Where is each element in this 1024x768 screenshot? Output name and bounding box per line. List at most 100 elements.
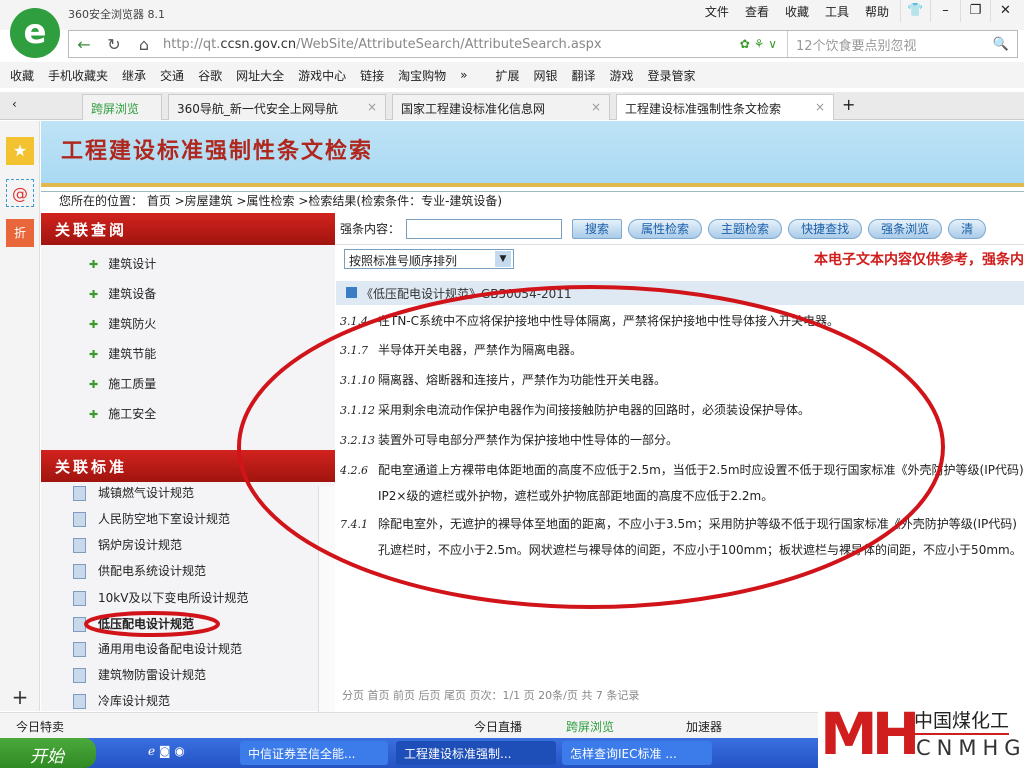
clause-number: 3.1.4 (340, 315, 368, 328)
tab-label: 国家工程建设标准化信息网 (401, 102, 546, 116)
maximize-button[interactable]: ❐ (960, 0, 990, 22)
new-tab-button[interactable]: + (842, 95, 855, 114)
standard-header[interactable]: 《低压配电设计规范》GB50054-2011 (336, 281, 1024, 305)
minimize-button[interactable]: – (930, 0, 960, 22)
quick-find-button[interactable]: 快捷查找 (788, 218, 863, 239)
task-button-active[interactable]: 工程建设标准强制... (396, 741, 556, 765)
back-button[interactable]: ← (69, 35, 99, 54)
live-link[interactable]: 今日直播 (474, 718, 522, 735)
search-input[interactable]: 12个饮食要点别忽视 🔍 (787, 31, 1017, 57)
fav-item[interactable]: 网银 (534, 67, 558, 84)
task-button[interactable]: 怎样查询IEC标准 ... (562, 741, 712, 765)
refresh-button[interactable]: ↻ (99, 35, 129, 54)
fav-item[interactable]: 继承 (122, 67, 146, 84)
close-button[interactable]: ✕ (990, 0, 1020, 22)
clause-row: 7.4.1 除配电室外，无遮护的裸导体至地面的距离，不应小于3.5m；采用防护等级… (340, 515, 1017, 532)
standard-link[interactable]: 锅炉房设计规范 (73, 536, 182, 553)
fav-item[interactable]: 交通 (160, 67, 184, 84)
mail-icon[interactable]: @ (6, 179, 34, 207)
tab-bar: ‹ 跨屏浏览 360导航_新一代安全上网导航 × 国家工程建设标准化信息网 × 工程… (0, 92, 1024, 120)
standard-label: 城镇燃气设计规范 (98, 486, 195, 500)
breadcrumb: 您所在的位置： 首页 >房屋建筑 >属性检索 >检索结果(检索条件：专业-建筑设… (41, 191, 1024, 213)
fav-item[interactable]: 链接 (360, 67, 384, 84)
close-tab-icon[interactable]: × (367, 100, 377, 114)
search-button[interactable]: 搜索 (572, 218, 623, 239)
task-button[interactable]: 中信证券至信全能... (240, 741, 388, 765)
cross-screen-link[interactable]: 跨屏浏览 (566, 718, 614, 735)
menu-help[interactable]: 帮助 (865, 3, 889, 20)
fav-item[interactable]: 网址大全 (236, 67, 284, 84)
menu-favorites[interactable]: 收藏 (785, 3, 809, 20)
standard-link[interactable]: 10kV及以下变电所设计规范 (73, 589, 248, 606)
menu-tools[interactable]: 工具 (825, 3, 849, 20)
watermark-en: CNMHG (916, 736, 1024, 760)
menu-bar: 文件 查看 收藏 工具 帮助 (705, 3, 889, 20)
fav-item[interactable]: 翻译 (572, 67, 596, 84)
clause-text: 半导体开关电器，严禁作为隔离电器。 (378, 343, 583, 357)
category-link[interactable]: 建筑设备 (89, 285, 156, 302)
clear-button[interactable]: 清 (948, 218, 987, 239)
standard-link[interactable]: 供配电系统设计规范 (73, 562, 206, 579)
window-controls: 👕 – ❐ ✕ (900, 0, 1020, 22)
fav-item[interactable]: 登录管家 (648, 67, 696, 84)
standard-link[interactable]: 建筑物防雷设计规范 (73, 666, 206, 683)
home-button[interactable]: ⌂ (129, 35, 159, 54)
chevron-down-icon: ▼ (495, 251, 511, 267)
sidebar-scrollbar[interactable] (318, 486, 335, 712)
clause-number: 3.2.13 (340, 434, 375, 447)
expand-icon[interactable] (346, 287, 357, 298)
fav-item[interactable]: 手机收藏夹 (48, 67, 108, 84)
accelerator-link[interactable]: 加速器 (686, 718, 722, 735)
menu-file[interactable]: 文件 (705, 3, 729, 20)
standard-link[interactable]: 城镇燃气设计规范 (73, 484, 194, 501)
menu-view[interactable]: 查看 (745, 3, 769, 20)
document-icon (73, 694, 86, 709)
fav-item[interactable]: 扩展 (495, 67, 519, 84)
add-icon[interactable]: + (6, 683, 34, 711)
close-tab-icon[interactable]: × (815, 100, 825, 114)
category-link[interactable]: 建筑防火 (89, 315, 156, 332)
clause-search-input[interactable] (406, 218, 563, 239)
more-icon[interactable]: » (460, 68, 467, 82)
url-input[interactable]: http://qt.ccsn.gov.cn/WebSite/AttributeS… (159, 37, 740, 52)
standard-link[interactable]: 人民防空地下室设计规范 (73, 510, 230, 527)
standard-link[interactable]: 通用用电设备配电设计规范 (73, 640, 242, 657)
fav-item[interactable]: 游戏 (610, 67, 634, 84)
category-link[interactable]: 建筑设计 (89, 255, 156, 272)
clause-text: 除配电室外，无遮护的裸导体至地面的距离，不应小于3.5m；采用防护等级不低于现行… (378, 517, 1017, 531)
clause-row: 3.1.10 隔离器、熔断器和连接片，严禁作为功能性开关电器。 (340, 371, 666, 388)
sort-select[interactable]: 按照标准号顺序排列 ▼ (344, 249, 514, 269)
clause-text-continued: IP2×级的遮栏或外护物，遮栏或外护物底部距地面的高度不应低于2.2m。 (378, 489, 774, 503)
fav-item[interactable]: 游戏中心 (298, 67, 346, 84)
search-icon[interactable]: 🔍 (993, 37, 1009, 52)
tab-ccsn[interactable]: 国家工程建设标准化信息网 × (392, 94, 610, 120)
fav-item[interactable]: 收藏 (10, 67, 34, 84)
category-link[interactable]: 施工质量 (89, 375, 156, 392)
close-tab-icon[interactable]: × (591, 100, 601, 114)
browser-logo-icon: e (10, 8, 60, 58)
skin-icon[interactable]: 👕 (900, 0, 930, 22)
attribute-search-button[interactable]: 属性检索 (628, 218, 703, 239)
browse-button[interactable]: 强条浏览 (868, 218, 943, 239)
tab-active[interactable]: 工程建设标准强制性条文检索 × (616, 94, 834, 120)
star-icon[interactable]: ★ (6, 137, 34, 165)
standard-link-selected[interactable]: 低压配电设计规范 (73, 615, 194, 632)
daily-sale-link[interactable]: 今日特卖 (16, 718, 64, 735)
standard-link[interactable]: 冷库设计规范 (73, 692, 170, 709)
clause-text-continued: 孔遮栏时，不应小于2.5m。网状遮栏与裸导体的间距，不应小于100mm；板状遮栏… (378, 543, 1022, 557)
start-button[interactable]: 开始 (0, 738, 96, 768)
security-icon[interactable]: ✿ ⚘ ∨ (740, 37, 777, 51)
category-link[interactable]: 建筑节能 (89, 345, 156, 362)
standard-title: 《低压配电设计规范》GB50054-2011 (361, 287, 572, 301)
category-link[interactable]: 施工安全 (89, 405, 156, 422)
topic-search-button[interactable]: 主题检索 (708, 218, 783, 239)
quicklaunch-icon[interactable]: ℯ ◙ ◉ (148, 744, 185, 758)
tab-360-nav[interactable]: 360导航_新一代安全上网导航 × (168, 94, 386, 120)
discount-icon[interactable]: 折 (6, 219, 34, 247)
tab-cross-screen[interactable]: 跨屏浏览 (82, 94, 162, 120)
fav-item[interactable]: 谷歌 (198, 67, 222, 84)
document-icon (73, 512, 86, 527)
fav-item[interactable]: 淘宝购物 (398, 67, 446, 84)
tabs-left-icon[interactable]: ‹ (12, 97, 17, 111)
pager[interactable]: 分页 首页 前页 后页 尾页 页次：1/1 页 20条/页 共 7 条记录 (336, 687, 1024, 701)
